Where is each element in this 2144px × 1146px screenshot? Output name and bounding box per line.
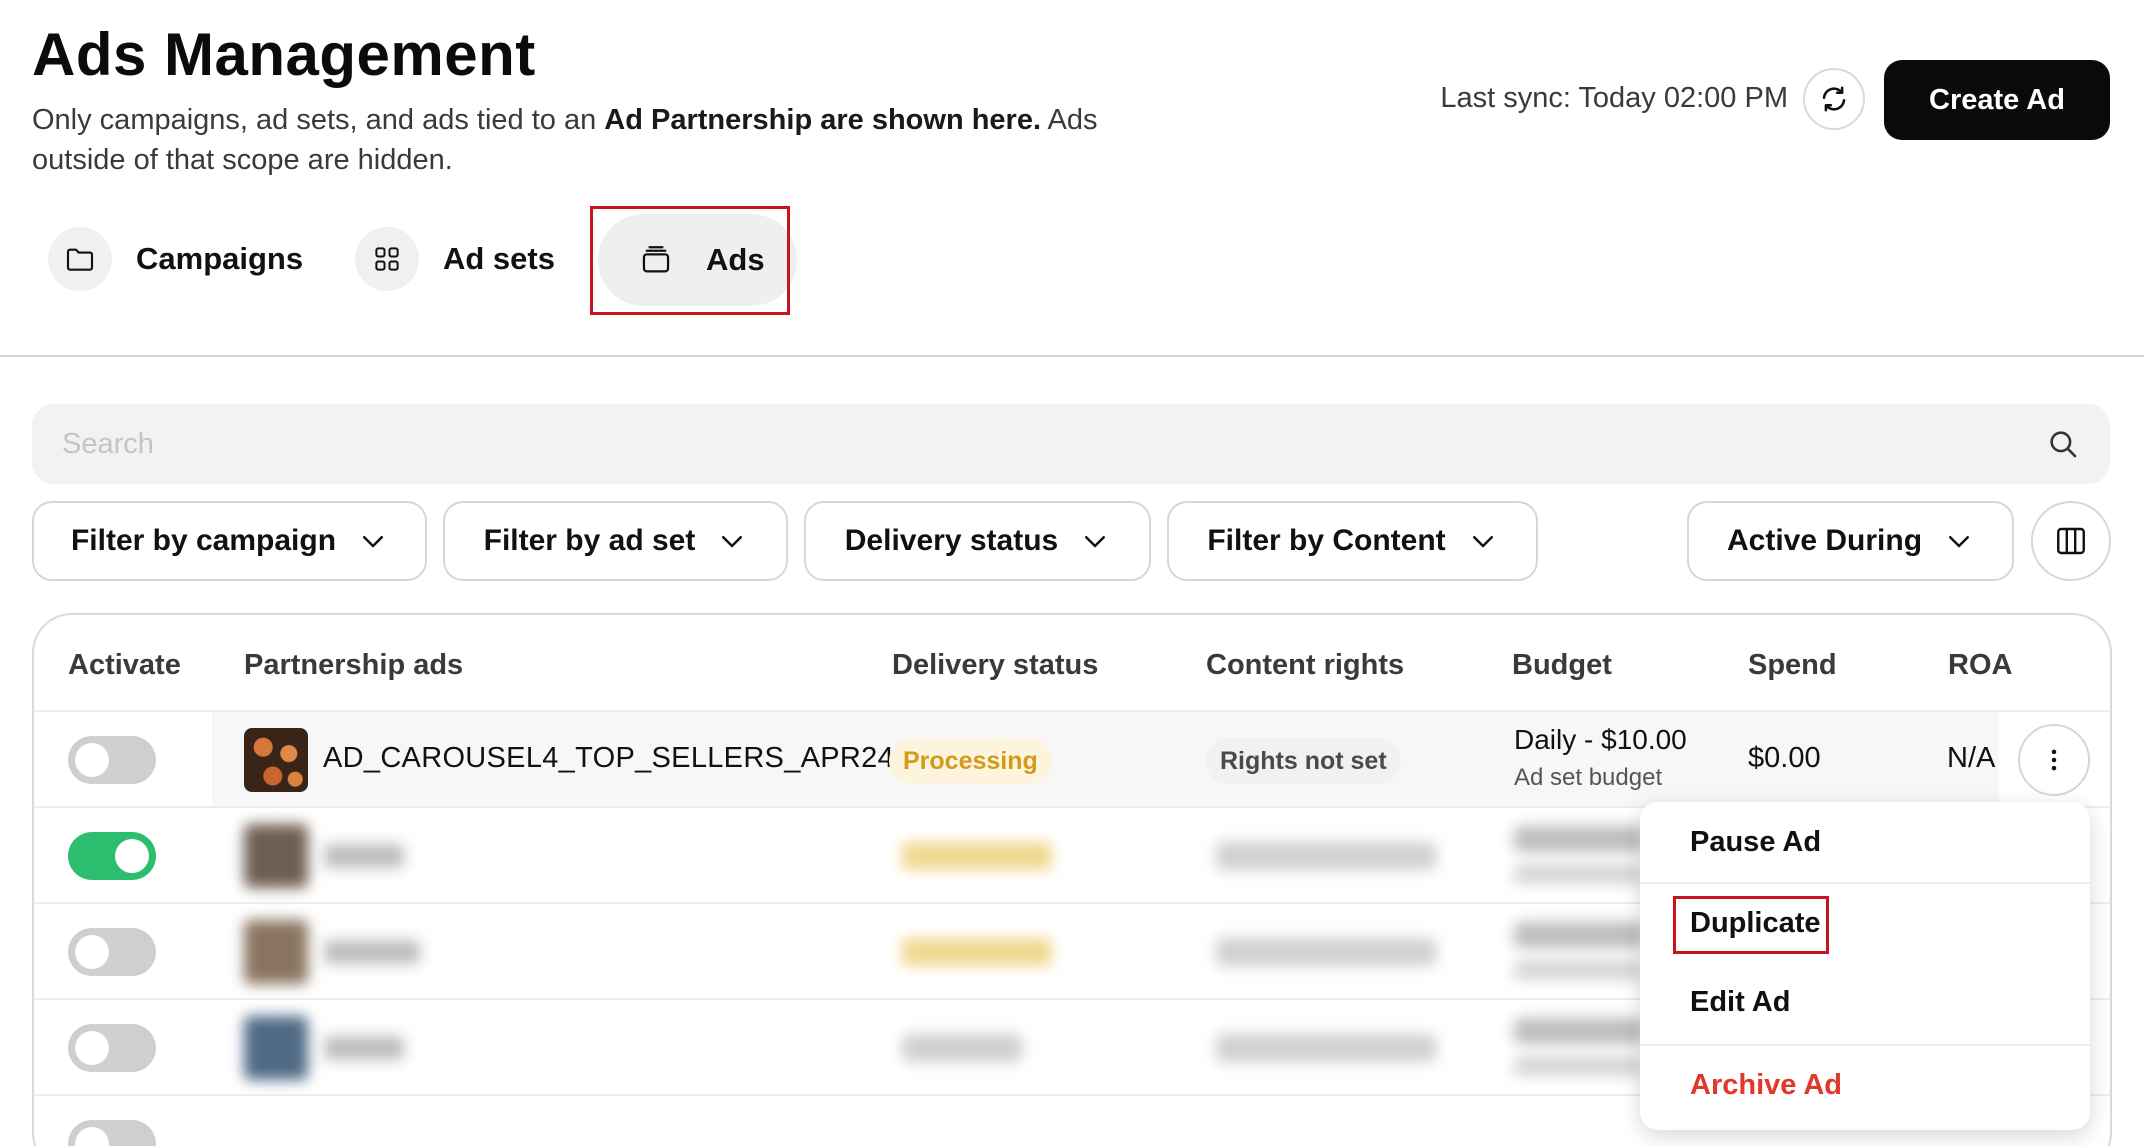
blurred-ad-name xyxy=(324,1036,404,1060)
blurred-status xyxy=(902,938,1052,966)
tab-ad-sets-label: Ad sets xyxy=(443,241,555,276)
sync-button[interactable] xyxy=(1803,68,1865,130)
filter-delivery-status-dropdown[interactable]: Delivery status xyxy=(804,501,1151,581)
blurred-status xyxy=(902,1034,1022,1062)
blurred-rights xyxy=(1216,842,1436,870)
content-rights-badge: Rights not set xyxy=(1206,738,1401,784)
tab-campaigns-label: Campaigns xyxy=(136,241,304,276)
column-header-content-rights[interactable]: Content rights xyxy=(1206,649,1404,682)
blurred-rights xyxy=(1216,1034,1436,1062)
search-bar[interactable] xyxy=(32,404,2110,484)
blurred-budget-type xyxy=(1514,960,1644,980)
description-bold: Ad Partnership are shown here. xyxy=(604,104,1042,136)
menu-item-duplicate[interactable]: Duplicate xyxy=(1640,882,2090,962)
filter-campaign-dropdown[interactable]: Filter by campaign xyxy=(32,501,427,581)
tab-ads-label: Ads xyxy=(706,242,765,277)
divider xyxy=(0,355,2144,357)
column-header-spend[interactable]: Spend xyxy=(1748,649,1837,682)
column-header-partnership-ads[interactable]: Partnership ads xyxy=(244,649,463,682)
ad-thumbnail xyxy=(244,1016,308,1080)
roas-value: N/A xyxy=(1947,742,1996,774)
blurred-budget xyxy=(1514,1018,1644,1044)
chevron-down-icon xyxy=(1949,536,1970,548)
column-header-roas[interactable]: ROA xyxy=(1948,649,2012,682)
folder-icon xyxy=(48,227,112,291)
active-during-label: Active During xyxy=(1726,524,1923,557)
menu-item-edit-ad[interactable]: Edit Ad xyxy=(1640,962,2090,1042)
page-title: Ads Management xyxy=(32,21,536,88)
ad-thumbnail xyxy=(244,824,308,888)
row-actions-menu: Pause Ad Duplicate Edit Ad Archive Ad xyxy=(1640,802,2090,1130)
delivery-status-badge: Processing xyxy=(889,738,1052,784)
search-icon[interactable] xyxy=(2046,427,2080,461)
blurred-ad-name xyxy=(324,844,404,868)
column-header-budget[interactable]: Budget xyxy=(1512,649,1612,682)
blurred-budget xyxy=(1514,922,1644,948)
chevron-down-icon xyxy=(722,536,743,548)
activate-toggle[interactable] xyxy=(68,832,156,880)
last-sync-label: Last sync: Today 02:00 PM xyxy=(1440,82,1788,114)
ad-name[interactable]: AD_CAROUSEL4_TOP_SELLERS_APR24 xyxy=(323,742,894,775)
menu-item-archive-ad[interactable]: Archive Ad xyxy=(1640,1044,2090,1124)
filter-delivery-label: Delivery status xyxy=(844,524,1059,557)
tab-campaigns[interactable]: Campaigns xyxy=(48,226,303,292)
tab-ad-sets[interactable]: Ad sets xyxy=(355,226,555,292)
blurred-budget-type xyxy=(1514,864,1644,884)
ad-thumbnail xyxy=(244,920,308,984)
tab-ads[interactable]: Ads xyxy=(598,214,797,306)
activate-toggle[interactable] xyxy=(68,1024,156,1072)
grid-icon xyxy=(355,227,419,291)
row-actions-button[interactable] xyxy=(2018,724,2090,796)
stack-icon xyxy=(624,228,688,292)
create-ad-button[interactable]: Create Ad xyxy=(1884,60,2110,140)
chevron-down-icon xyxy=(1085,536,1106,548)
budget-type: Ad set budget xyxy=(1514,764,1663,791)
chevron-down-icon xyxy=(1472,536,1493,548)
blurred-budget xyxy=(1514,826,1644,852)
budget-value: Daily - $10.00 xyxy=(1514,724,1687,755)
row-actions-cell xyxy=(1998,712,2110,808)
filter-content-label: Filter by Content xyxy=(1207,524,1446,557)
more-vertical-icon xyxy=(2051,749,2057,771)
filter-ad-set-label: Filter by ad set xyxy=(483,524,696,557)
active-during-dropdown[interactable]: Active During xyxy=(1687,501,2014,581)
blurred-budget-type xyxy=(1514,1056,1644,1076)
blurred-status xyxy=(902,842,1052,870)
ad-thumbnail xyxy=(244,728,308,792)
activate-toggle[interactable] xyxy=(68,1120,156,1146)
chevron-down-icon xyxy=(363,536,384,548)
columns-icon xyxy=(2057,527,2085,555)
filter-content-dropdown[interactable]: Filter by Content xyxy=(1167,501,1538,581)
blurred-rights xyxy=(1216,938,1436,966)
menu-item-pause-ad[interactable]: Pause Ad xyxy=(1640,802,2090,882)
filter-ad-set-dropdown[interactable]: Filter by ad set xyxy=(443,501,788,581)
activate-toggle[interactable] xyxy=(68,736,156,784)
column-header-activate: Activate xyxy=(68,649,181,681)
search-input[interactable] xyxy=(62,427,2046,461)
column-header-delivery-status[interactable]: Delivery status xyxy=(892,649,1098,682)
page-description: Only campaigns, ad sets, and ads tied to… xyxy=(32,100,1192,180)
table-row[interactable]: AD_CAROUSEL4_TOP_SELLERS_APR24 Processin… xyxy=(34,710,2110,808)
description-prefix: Only campaigns, ad sets, and ads tied to… xyxy=(32,104,605,136)
blurred-ad-name xyxy=(324,940,420,964)
activate-toggle[interactable] xyxy=(68,928,156,976)
spend-value: $0.00 xyxy=(1748,742,1821,774)
columns-button[interactable] xyxy=(2031,501,2111,581)
refresh-icon xyxy=(1822,86,1846,112)
filter-campaign-label: Filter by campaign xyxy=(70,524,337,557)
